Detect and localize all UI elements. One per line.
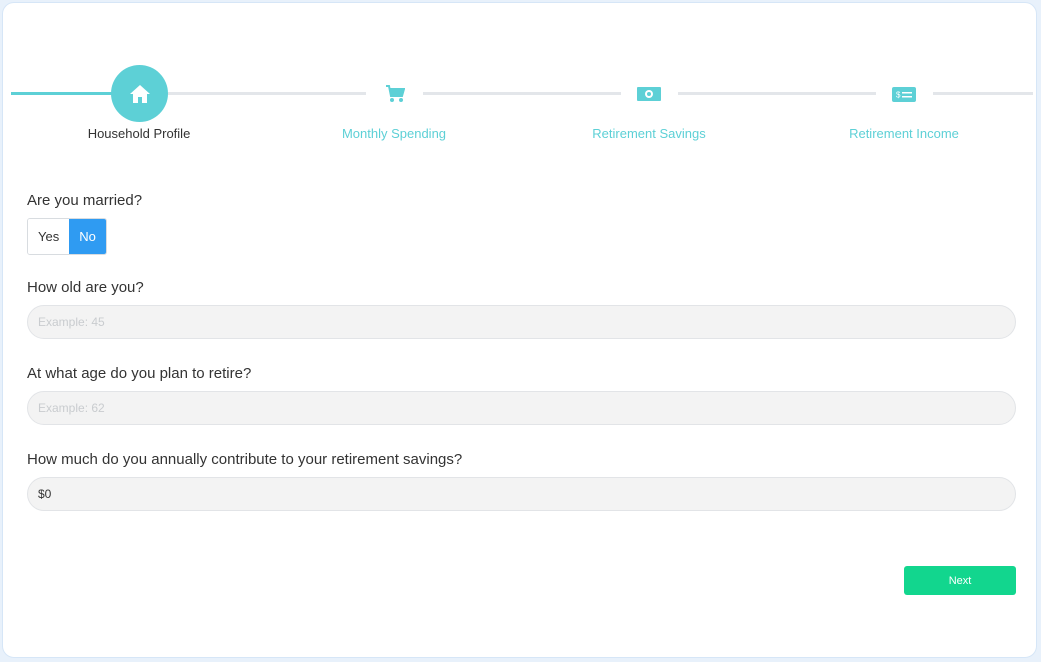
- contribution-question: How much do you annually contribute to y…: [27, 451, 463, 468]
- progress-stepper: Household Profile Monthly Spending Retir…: [3, 3, 1038, 153]
- married-toggle: Yes No: [27, 218, 107, 255]
- step-label-retirement-income: Retirement Income: [849, 126, 959, 141]
- track-segment: [933, 92, 1033, 95]
- step-monthly-spending[interactable]: [383, 83, 407, 105]
- age-input[interactable]: [27, 305, 1016, 339]
- married-no-button[interactable]: No: [69, 219, 106, 254]
- retire-age-input[interactable]: [27, 391, 1016, 425]
- retire-age-question: At what age do you plan to retire?: [27, 365, 252, 382]
- svg-text:$: $: [896, 90, 901, 99]
- step-label-retirement-savings: Retirement Savings: [592, 126, 706, 141]
- step-household-profile[interactable]: [111, 65, 168, 122]
- married-yes-button[interactable]: Yes: [28, 219, 70, 254]
- married-question: Are you married?: [27, 192, 143, 209]
- next-button[interactable]: Next: [904, 566, 1016, 595]
- age-question: How old are you?: [27, 279, 144, 296]
- track-segment-completed: [11, 92, 113, 95]
- shopping-cart-icon: [385, 85, 406, 103]
- wizard-card: Household Profile Monthly Spending Retir…: [2, 2, 1037, 658]
- step-retirement-savings[interactable]: [634, 83, 664, 105]
- track-segment: [423, 92, 621, 95]
- track-segment: [678, 92, 876, 95]
- step-label-household-profile: Household Profile: [87, 126, 191, 141]
- step-label-monthly-spending: Monthly Spending: [341, 126, 447, 141]
- check-dollar-icon: $: [891, 86, 917, 103]
- home-icon: [129, 84, 151, 104]
- step-retirement-income[interactable]: $: [889, 83, 919, 105]
- track-segment: [168, 92, 366, 95]
- money-bill-icon: [636, 86, 662, 102]
- contribution-input[interactable]: [27, 477, 1016, 511]
